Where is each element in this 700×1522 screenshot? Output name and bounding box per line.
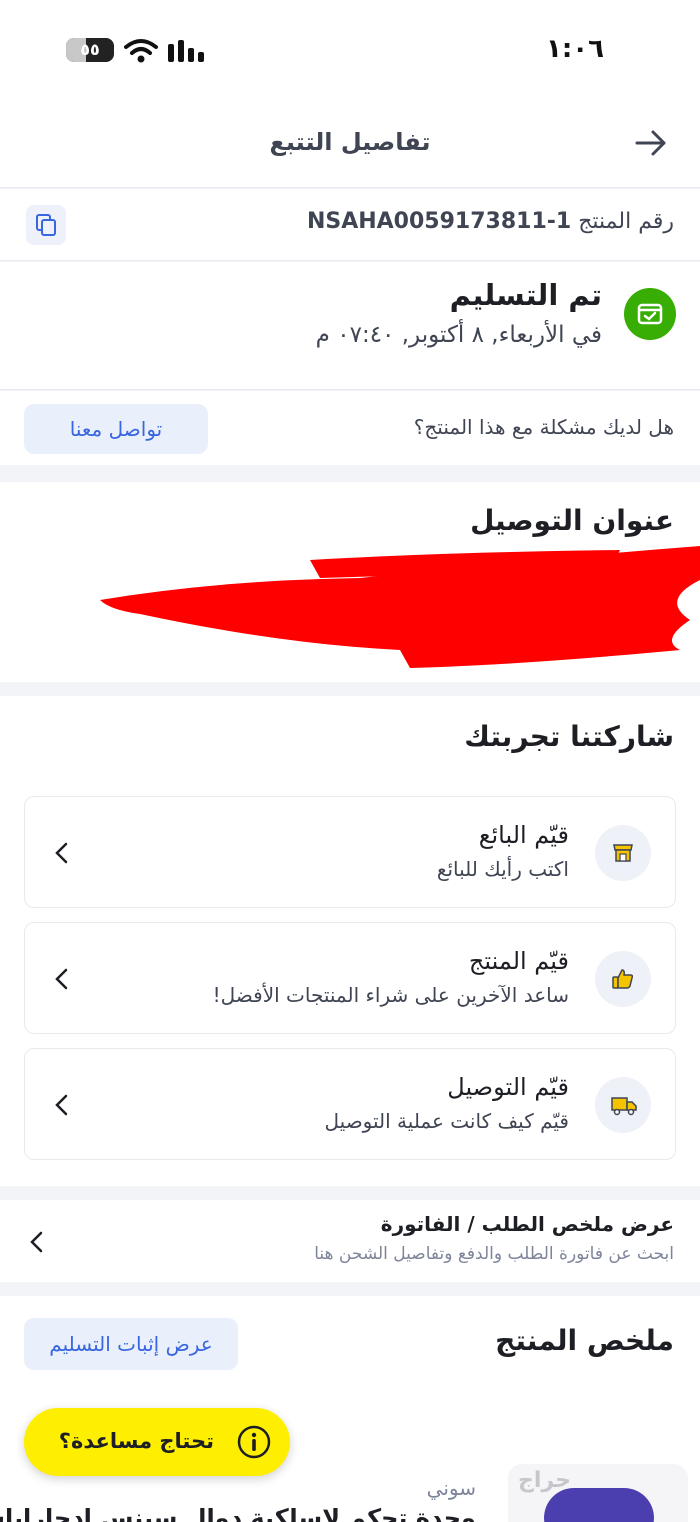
share-title: شاركتنا تجربتك xyxy=(464,720,674,753)
rate-product-card[interactable]: قيّم المنتج ساعد الآخرين على شراء المنتج… xyxy=(24,922,676,1034)
rate-seller-card[interactable]: قيّم البائع اكتب رأيك للبائع xyxy=(24,796,676,908)
delivery-date: في الأربعاء, ٨ أكتوبر, ٠٧:٤٠ م xyxy=(315,322,602,348)
redaction-scribble xyxy=(100,546,700,668)
delivered-box-icon xyxy=(624,288,676,340)
thumbs-up-icon xyxy=(595,951,651,1007)
order-number-value: NSAHA0059173811-1 xyxy=(306,209,572,234)
delivery-status-title: تم التسليم xyxy=(449,278,602,312)
watermark-logo: حراج xyxy=(518,1468,571,1493)
help-button[interactable]: تحتاج مساعدة؟ xyxy=(24,1408,290,1476)
back-arrow-icon[interactable] xyxy=(632,124,670,162)
order-number-label: رقم المنتج xyxy=(578,209,674,234)
rate-delivery-subtitle: قيّم كيف كانت عملية التوصيل xyxy=(324,1109,569,1133)
share-experience-section: شاركتنا تجربتك قيّم البائع اكتب رأيك للب… xyxy=(0,696,700,1186)
chevron-left-icon xyxy=(55,968,68,990)
product-summary-title: ملخص المنتج xyxy=(495,1324,674,1357)
status-bar: ٥٥ ١:٠٦ xyxy=(0,0,700,100)
page-header: تفاصيل التتبع xyxy=(0,100,700,188)
product-name[interactable]: وحدة تحكم لاسلكية دوال سينس إدجاراياس xyxy=(0,1504,476,1522)
product-brand: سوني xyxy=(426,1476,476,1500)
battery-level: ٥٥ xyxy=(80,40,100,59)
proof-of-delivery-button[interactable]: عرض إثبات التسليم xyxy=(24,1318,238,1370)
help-label: تحتاج مساعدة؟ xyxy=(58,1429,214,1453)
signal-icon xyxy=(168,40,204,62)
rate-seller-title: قيّم البائع xyxy=(478,821,569,849)
issue-row: هل لديك مشكلة مع هذا المنتج؟ تواصل معنا xyxy=(0,391,700,465)
contact-us-button[interactable]: تواصل معنا xyxy=(24,404,208,454)
status-time: ١:٠٦ xyxy=(546,34,605,64)
store-icon xyxy=(595,825,651,881)
battery-icon: ٥٥ xyxy=(66,38,114,62)
rate-product-subtitle: ساعد الآخرين على شراء المنتجات الأفضل! xyxy=(212,983,569,1007)
info-icon xyxy=(237,1425,271,1459)
chevron-left-icon xyxy=(55,1094,68,1116)
rate-seller-subtitle: اكتب رأيك للبائع xyxy=(436,857,569,881)
product-image[interactable]: حراج xyxy=(508,1464,688,1522)
order-number: رقم المنتج NSAHA0059173811-1 xyxy=(307,209,674,234)
invoice-title: عرض ملخص الطلب / الفاتورة xyxy=(380,1212,674,1236)
invoice-row[interactable]: عرض ملخص الطلب / الفاتورة ابحث عن فاتورة… xyxy=(0,1200,700,1282)
copy-icon xyxy=(36,214,56,236)
order-number-row: رقم المنتج NSAHA0059173811-1 xyxy=(0,189,700,261)
rate-delivery-card[interactable]: قيّم التوصيل قيّم كيف كانت عملية التوصيل xyxy=(24,1048,676,1160)
page-title: تفاصيل التتبع xyxy=(269,128,431,156)
address-title: عنوان التوصيل xyxy=(470,504,674,537)
rate-product-title: قيّم المنتج xyxy=(468,947,569,975)
wifi-icon xyxy=(124,39,158,63)
rate-delivery-title: قيّم التوصيل xyxy=(447,1073,569,1101)
copy-button[interactable] xyxy=(26,205,66,245)
invoice-subtitle: ابحث عن فاتورة الطلب والدفع وتفاصيل الشح… xyxy=(314,1244,674,1264)
controller-image xyxy=(544,1488,654,1522)
chevron-left-icon xyxy=(30,1231,43,1253)
delivery-status: تم التسليم في الأربعاء, ٨ أكتوبر, ٠٧:٤٠ … xyxy=(0,262,700,390)
chevron-left-icon xyxy=(55,842,68,864)
issue-question: هل لديك مشكلة مع هذا المنتج؟ xyxy=(413,415,674,439)
delivery-truck-icon xyxy=(595,1077,651,1133)
